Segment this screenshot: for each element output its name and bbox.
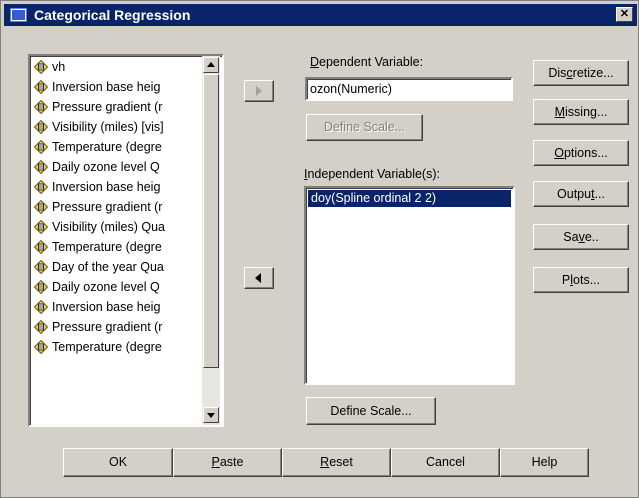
dependent-define-scale-button[interactable]: Define Scale...	[306, 114, 423, 141]
variable-list-item-label: Pressure gradient (r	[52, 100, 163, 114]
scale-variable-icon	[34, 340, 48, 354]
variable-list-item[interactable]: Pressure gradient (r	[30, 317, 202, 337]
move-to-dependent-button[interactable]	[244, 80, 274, 102]
scale-variable-icon	[34, 240, 48, 254]
arrow-left-icon	[255, 273, 261, 283]
variable-list-item-label: Day of the year Qua	[52, 260, 164, 274]
window-title: Categorical Regression	[34, 7, 191, 23]
variable-list-items: vh Inversion base heig Pressure gradient (…	[30, 57, 202, 357]
variable-list-item-label: Inversion base heig	[52, 300, 161, 314]
variable-list-item-label: Temperature (degre	[52, 340, 162, 354]
scale-variable-icon	[34, 120, 48, 134]
options-button[interactable]: Options...	[533, 140, 629, 166]
variable-list-item[interactable]: Temperature (degre	[30, 337, 202, 357]
help-button[interactable]: Help	[500, 448, 589, 477]
source-variable-list[interactable]: vh Inversion base heig Pressure gradient (…	[28, 54, 224, 427]
close-button[interactable]: ✕	[616, 7, 633, 22]
arrow-down-icon	[207, 413, 215, 418]
variable-list-item[interactable]: Daily ozone level Q	[30, 277, 202, 297]
save-button[interactable]: Save..	[533, 224, 629, 250]
scale-variable-icon	[34, 260, 48, 274]
scale-variable-icon	[34, 60, 48, 74]
scale-variable-icon	[34, 200, 48, 214]
app-window-icon	[10, 8, 27, 22]
variable-list-item-label: vh	[52, 60, 66, 74]
scroll-down-button[interactable]	[203, 407, 219, 423]
variable-list-item[interactable]: vh	[30, 57, 202, 77]
variable-list-item-label: Visibility (miles) [vis]	[52, 120, 164, 134]
dependent-variable-field[interactable]: ozon(Numeric)	[305, 77, 513, 101]
variable-list-item-label: Inversion base heig	[52, 180, 161, 194]
scale-variable-icon	[34, 100, 48, 114]
output-button[interactable]: Output...	[533, 181, 629, 207]
dependent-variable-label: Dependent Variable:	[310, 55, 424, 69]
scale-variable-icon	[34, 280, 48, 294]
independent-variable-list[interactable]: doy(Spline ordinal 2 2)	[304, 186, 515, 385]
scroll-thumb[interactable]	[203, 74, 219, 368]
variable-list-item[interactable]: Visibility (miles) Qua	[30, 217, 202, 237]
arrow-right-icon	[256, 86, 262, 96]
variable-list-item[interactable]: Temperature (degre	[30, 237, 202, 257]
cancel-button[interactable]: Cancel	[391, 448, 500, 477]
missing-button[interactable]: Missing...	[533, 99, 629, 125]
scale-variable-icon	[34, 160, 48, 174]
scroll-up-button[interactable]	[203, 57, 219, 73]
variable-list-item[interactable]: Inversion base heig	[30, 177, 202, 197]
scale-variable-icon	[34, 220, 48, 234]
variable-list-item[interactable]: Inversion base heig	[30, 297, 202, 317]
independent-variables-label: Independent Variable(s):	[304, 167, 440, 181]
scale-variable-icon	[34, 300, 48, 314]
variable-list-item-label: Temperature (degre	[52, 140, 162, 154]
variable-list-item-label: Visibility (miles) Qua	[52, 220, 165, 234]
variable-list-item[interactable]: Pressure gradient (r	[30, 97, 202, 117]
scale-variable-icon	[34, 180, 48, 194]
variable-list-item[interactable]: Pressure gradient (r	[30, 197, 202, 217]
arrow-up-icon	[207, 62, 215, 67]
variable-list-item[interactable]: Daily ozone level Q	[30, 157, 202, 177]
independent-define-scale-button[interactable]: Define Scale...	[306, 397, 436, 425]
dependent-variable-value: ozon(Numeric)	[310, 82, 392, 96]
reset-button[interactable]: Reset	[282, 448, 391, 477]
variable-list-item[interactable]: Inversion base heig	[30, 77, 202, 97]
scale-variable-icon	[34, 140, 48, 154]
variable-list-item[interactable]: Day of the year Qua	[30, 257, 202, 277]
paste-button[interactable]: Paste	[173, 448, 282, 477]
variable-list-item[interactable]: Visibility (miles) [vis]	[30, 117, 202, 137]
discretize-button[interactable]: Discretize...	[533, 60, 629, 86]
variable-list-scrollbar[interactable]	[202, 56, 220, 425]
categorical-regression-dialog: Categorical Regression ✕ vh Inversion bas…	[0, 0, 639, 498]
plots-button[interactable]: Plots...	[533, 267, 629, 293]
title-bar[interactable]: Categorical Regression ✕	[4, 4, 637, 26]
move-from-independent-button[interactable]	[244, 267, 274, 289]
ok-button[interactable]: OK	[63, 448, 173, 477]
variable-list-item-label: Temperature (degre	[52, 240, 162, 254]
independent-variable-item-selected[interactable]: doy(Spline ordinal 2 2)	[308, 190, 511, 207]
variable-list-item-label: Pressure gradient (r	[52, 320, 163, 334]
variable-list-item-label: Inversion base heig	[52, 80, 161, 94]
scale-variable-icon	[34, 320, 48, 334]
variable-list-item-label: Daily ozone level Q	[52, 160, 160, 174]
variable-list-item-label: Daily ozone level Q	[52, 280, 160, 294]
variable-list-item-label: Pressure gradient (r	[52, 200, 163, 214]
variable-list-item[interactable]: Temperature (degre	[30, 137, 202, 157]
scale-variable-icon	[34, 80, 48, 94]
